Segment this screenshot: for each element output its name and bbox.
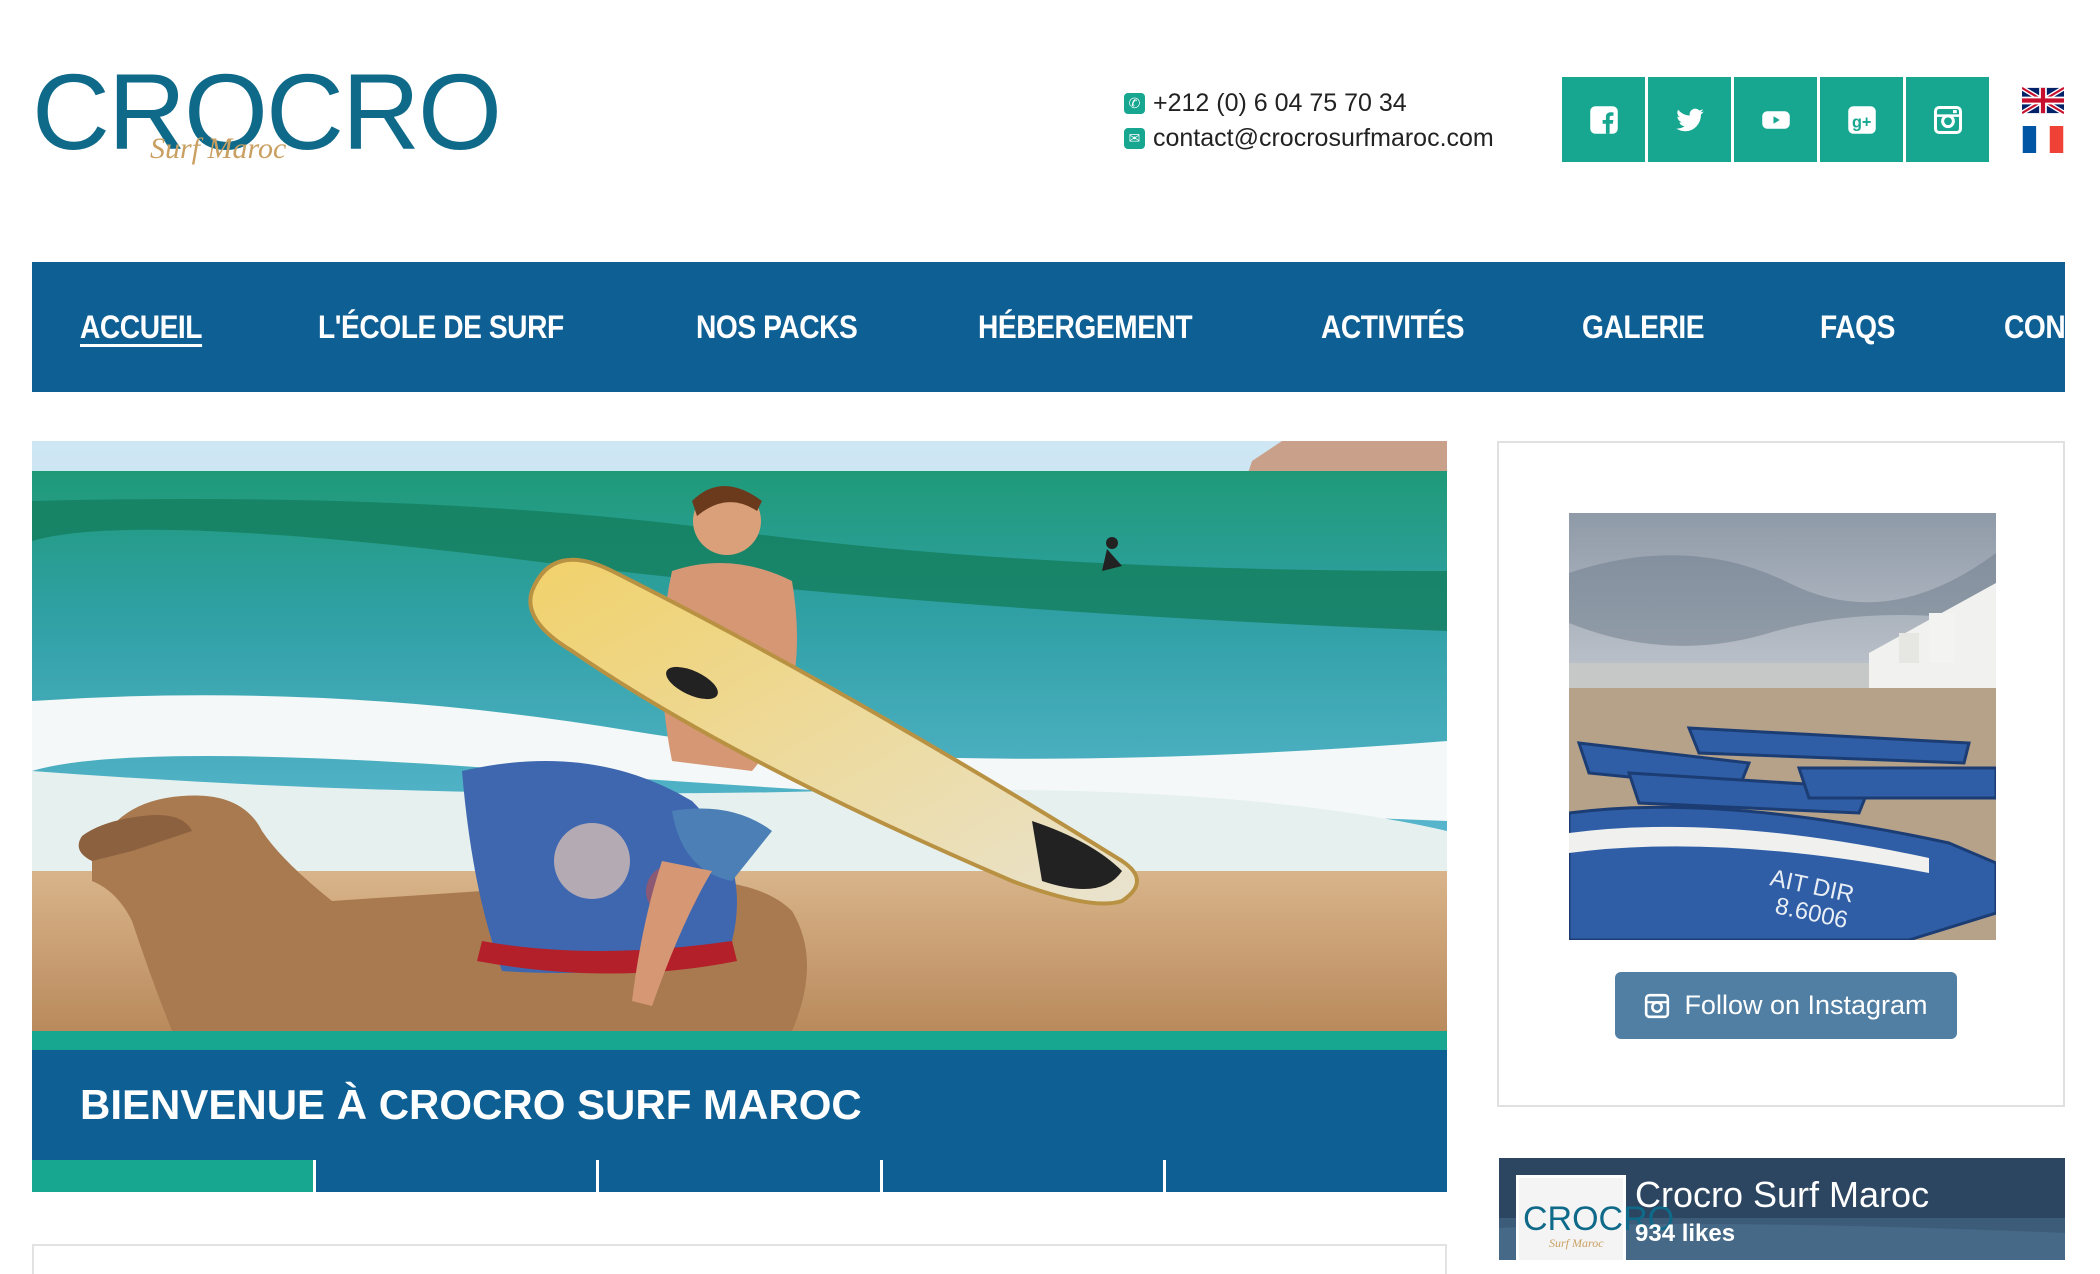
instagram-icon [1645,993,1670,1018]
facebook-icon [1589,105,1618,134]
nav-item-7[interactable]: CONTACT [2004,309,2100,346]
instagram-photo[interactable]: AIT DIR 8.6006 [1569,513,1996,940]
beach-boats-photo: AIT DIR 8.6006 [1569,513,1996,940]
nav-item-1[interactable]: L'ÉCOLE DE SURF [318,309,564,346]
facebook-page-widget[interactable]: CROCRO Surf Maroc Crocro Surf Maroc 934 … [1499,1158,2065,1260]
slider-dot[interactable] [315,1160,597,1192]
slider-dot[interactable] [32,1160,313,1192]
main-navigation: ACCUEIL L'ÉCOLE DE SURF NOS PACKS HÉBERGEME… [32,262,2100,392]
twitter-button[interactable] [1648,77,1731,162]
hero-title: BIENVENUE À CROCRO SURF MAROC [80,1081,862,1128]
nav-item-5[interactable]: GALERIE [1582,309,1705,346]
instagram-button[interactable] [1906,77,1989,162]
nav-item-3[interactable]: HÉBERGEMENT [978,309,1193,346]
nav-item-2[interactable]: NOS PACKS [696,309,858,346]
follow-label: Follow on Instagram [1684,990,1928,1020]
slider-dot[interactable] [1166,1160,1447,1192]
instagram-icon [1933,105,1962,134]
nav-item-4[interactable]: ACTIVITÉS [1321,309,1465,346]
slider-pagination [32,1160,1447,1192]
nav-item-0[interactable]: ACCUEIL [80,309,203,346]
slider-dot[interactable] [882,1160,1164,1192]
phone-number: +212 (0) 6 04 75 70 34 [1153,89,1407,117]
phone-row[interactable]: ✆ +212 (0) 6 04 75 70 34 [1124,86,1494,121]
facebook-page-name[interactable]: Crocro Surf Maroc [1635,1174,1929,1216]
email-icon: ✉ [1124,128,1145,149]
logo-subtitle: Surf Maroc [150,132,287,165]
follow-on-instagram-button[interactable]: Follow on Instagram [1615,972,1957,1039]
facebook-likes: 934 likes [1635,1220,1736,1247]
hero-photo [32,441,1447,1031]
twitter-icon [1675,108,1704,131]
email-address: contact@crocrosurfmaroc.com [1153,124,1494,152]
france-flag-icon[interactable] [2022,126,2064,153]
language-switcher [2022,87,2064,153]
uk-flag-icon[interactable] [2022,87,2064,114]
hero-slide-image [32,441,1447,1031]
email-row[interactable]: ✉ contact@crocrosurfmaroc.com [1124,121,1494,156]
facebook-avatar[interactable]: CROCRO Surf Maroc [1516,1175,1674,1260]
google-plus-button[interactable]: g+ [1820,77,1903,162]
instagram-widget: AIT DIR 8.6006 Follow on Instagram [1497,441,2065,1107]
nav-item-6[interactable]: FAQS [1820,309,1895,346]
slider-dot[interactable] [599,1160,880,1192]
content-box [32,1244,1447,1274]
hero-accent-strip [32,1031,1447,1050]
avatar-logo-sub: Surf Maroc [1549,1236,1604,1250]
facebook-button[interactable] [1562,77,1645,162]
social-links: g+ [1562,77,1989,162]
contact-info: ✆ +212 (0) 6 04 75 70 34 ✉ contact@crocr… [1124,86,1494,156]
svg-text:g+: g+ [1852,113,1871,131]
phone-icon: ✆ [1124,93,1145,114]
youtube-icon [1761,110,1790,129]
google-plus-icon: g+ [1847,105,1876,134]
youtube-button[interactable] [1734,77,1817,162]
site-logo[interactable]: CROCRO Surf Maroc [32,58,502,166]
hero-caption: BIENVENUE À CROCRO SURF MAROC [32,1050,1447,1160]
